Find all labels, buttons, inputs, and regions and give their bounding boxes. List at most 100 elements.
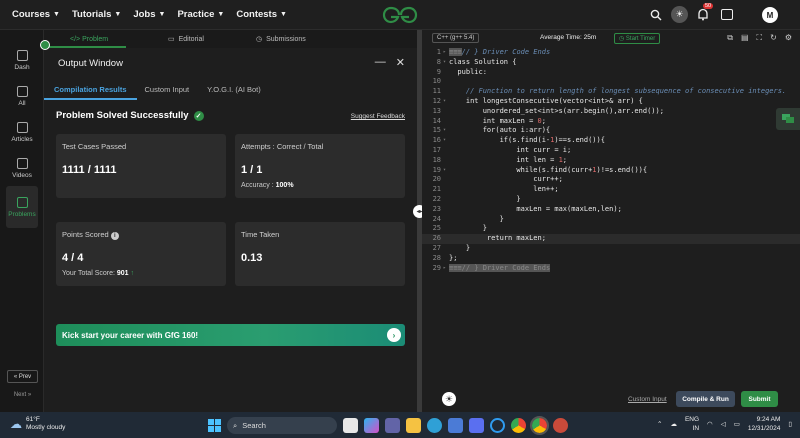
- tab-submissions[interactable]: ◷ Submissions: [256, 35, 306, 44]
- nav-contests-label: Contests: [236, 9, 278, 20]
- expand-toggle-icon[interactable]: [40, 40, 50, 50]
- avatar[interactable]: M: [762, 7, 778, 23]
- chrome-profile-icon[interactable]: [530, 416, 549, 435]
- chat-icon: [782, 114, 794, 123]
- edge-icon[interactable]: [427, 418, 442, 433]
- tab-custom-input[interactable]: Custom Input: [145, 85, 190, 94]
- clock[interactable]: 9:24 AM 12/31/2024: [748, 415, 781, 433]
- sidebar-item-dash[interactable]: Dash: [6, 42, 38, 78]
- photos-icon[interactable]: [469, 418, 484, 433]
- sidebar-item-videos[interactable]: Videos: [6, 150, 38, 186]
- nav-contests[interactable]: Contests ▼: [236, 9, 287, 20]
- file-icon[interactable]: ▤: [741, 33, 749, 43]
- sidebar-item-label: Dash: [14, 63, 30, 71]
- volume-icon[interactable]: ◁: [721, 420, 726, 428]
- chat-feedback-button[interactable]: [776, 108, 800, 130]
- next-button[interactable]: Next »: [7, 388, 38, 401]
- file-explorer-icon[interactable]: [406, 418, 421, 433]
- compile-run-button[interactable]: Compile & Run: [676, 391, 735, 407]
- close-icon[interactable]: ✕: [396, 56, 405, 69]
- code-editor-panel: C++ (g++ 5.4) Average Time: 25m ◷ Start …: [422, 30, 800, 412]
- problem-panel: </> Problem ▭ Editorial ◷ Submissions Outp…: [44, 30, 417, 412]
- sidebar-item-label: Videos: [12, 171, 32, 179]
- gfg-logo-icon[interactable]: [382, 6, 418, 24]
- input-language[interactable]: ENG IN: [685, 415, 699, 433]
- light-mode-icon[interactable]: ☀: [442, 392, 456, 406]
- output-window-title: Output Window: [58, 57, 123, 69]
- code-line: 27 }: [432, 243, 471, 252]
- search-icon[interactable]: [650, 9, 662, 21]
- nav-tutorials[interactable]: Tutorials ▼: [72, 9, 121, 20]
- gfg160-banner[interactable]: Kick start your career with GfG 160! ›: [56, 324, 405, 346]
- sidebar-item-label: All: [18, 99, 26, 107]
- code-line: 24 }: [432, 214, 504, 223]
- code-line: 12 ▾ int longestConsecutive(vector<int>& …: [432, 96, 643, 105]
- timer-icon: ◷: [619, 36, 625, 42]
- points-label-row: Points Scored i: [62, 230, 119, 240]
- chevron-up-icon[interactable]: ⌃: [657, 420, 662, 428]
- clock-time: 9:24 AM: [756, 416, 781, 423]
- accuracy-line: Accuracy : 100%: [241, 182, 294, 189]
- start-timer-button[interactable]: ◷ Start Timer: [614, 33, 661, 44]
- fullscreen-icon[interactable]: ⛶: [757, 33, 763, 43]
- tab-compilation-results[interactable]: Compilation Results: [54, 85, 127, 94]
- output-window-header: Output Window — ✕: [44, 48, 417, 78]
- task-view-icon[interactable]: [343, 418, 358, 433]
- cortana-icon[interactable]: [490, 418, 505, 433]
- custom-input-link[interactable]: Custom Input: [628, 396, 667, 403]
- code-line: 29 ▸ ≡≡≡// } Driver Code Ends: [432, 263, 551, 272]
- time-taken-card: Time Taken 0.13: [235, 222, 405, 286]
- suggest-feedback-link[interactable]: Suggest Feedback: [351, 113, 405, 120]
- copy-icon[interactable]: ⧉: [727, 33, 733, 43]
- battery-icon[interactable]: ▭: [734, 420, 740, 428]
- nav-jobs[interactable]: Jobs ▼: [133, 9, 165, 20]
- card-label: Attempts : Correct / Total: [241, 142, 324, 151]
- code-line: 19 ▾ while(s.find(curr+1)!=s.end()){: [432, 165, 648, 174]
- language-select[interactable]: C++ (g++ 5.4): [432, 33, 480, 43]
- problem-tabs: </> Problem ▭ Editorial ◷ Submissions: [44, 30, 417, 48]
- taskbar-search[interactable]: ⌕ Search: [227, 417, 337, 434]
- active-app-icon[interactable]: [553, 418, 568, 433]
- chrome-icon[interactable]: [511, 418, 526, 433]
- code-area[interactable]: 1 ▸ ≡≡≡// } Driver Code Ends 8 ▾ class Solut…: [422, 48, 800, 273]
- chevron-down-icon: ▼: [53, 11, 60, 18]
- sidebar-item-all[interactable]: All: [6, 78, 38, 114]
- windows-start-icon[interactable]: [208, 419, 221, 432]
- theme-toggle-icon[interactable]: ☀: [671, 6, 688, 23]
- minimize-icon[interactable]: —: [375, 56, 386, 69]
- nav-practice[interactable]: Practice ▼: [177, 9, 224, 20]
- tab-editorial[interactable]: ▭ Editorial: [168, 35, 204, 44]
- tab-yogi-ai-bot[interactable]: Y.O.G.I. (AI Bot): [207, 85, 261, 94]
- teams-icon[interactable]: [385, 418, 400, 433]
- weather-widget[interactable]: ☁ 61°F Mostly cloudy: [10, 416, 65, 432]
- chevron-down-icon: ▼: [158, 11, 166, 18]
- editor-toolbar: C++ (g++ 5.4) Average Time: 25m ◷ Start …: [422, 30, 800, 48]
- store-icon[interactable]: [448, 418, 463, 433]
- info-icon[interactable]: i: [110, 232, 119, 240]
- messages-icon[interactable]: [721, 9, 733, 20]
- wifi-icon[interactable]: ◠: [707, 420, 713, 428]
- code-icon: [16, 196, 28, 208]
- settings-icon[interactable]: ⚙: [785, 33, 792, 43]
- submit-button[interactable]: Submit: [741, 391, 778, 407]
- reset-icon[interactable]: ↻: [770, 33, 777, 43]
- sidebar-item-problems[interactable]: Problems: [6, 186, 38, 228]
- prev-button[interactable]: « Prev: [7, 370, 38, 383]
- card-value: 1 / 1: [241, 164, 263, 176]
- weather-description: Mostly cloudy: [26, 424, 66, 431]
- notification-bell-icon[interactable]: 50: [697, 3, 714, 26]
- sidebar-item-articles[interactable]: Articles: [6, 114, 38, 150]
- chevron-right-icon[interactable]: ›: [387, 328, 401, 342]
- window-controls: — ✕: [375, 56, 405, 69]
- editor-tools: ⧉ ▤ ⛶ ↻ ⚙: [727, 33, 792, 43]
- code-line: 13 unordered_set<int>s(arr.begin(),arr.e…: [432, 106, 664, 115]
- card-value: 4 / 4: [62, 252, 84, 264]
- code-line: 10: [432, 77, 441, 86]
- cloud-sync-icon[interactable]: ☁: [670, 420, 677, 428]
- nav-courses[interactable]: Courses ▼: [12, 9, 60, 20]
- left-sidebar: Dash All Articles Videos Problems « Prev…: [0, 30, 44, 412]
- code-line: 21 len++;: [432, 185, 559, 194]
- notification-icon[interactable]: ▯: [788, 420, 792, 428]
- tab-problem[interactable]: </> Problem: [70, 36, 108, 43]
- copilot-icon[interactable]: [364, 418, 379, 433]
